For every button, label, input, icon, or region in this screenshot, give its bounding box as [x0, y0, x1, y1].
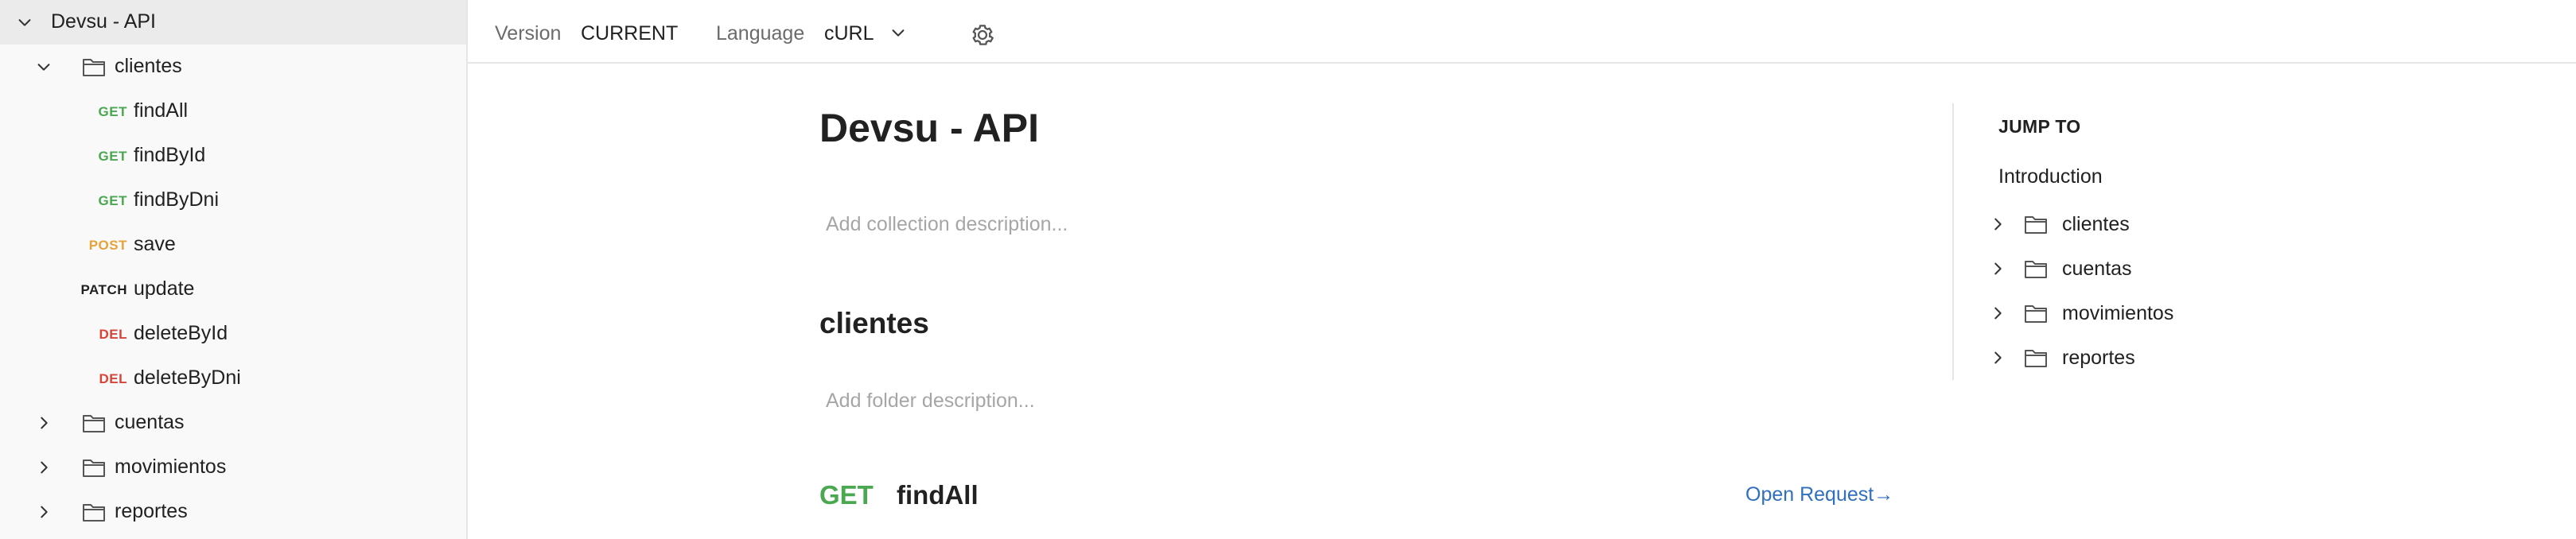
gear-icon[interactable]: [969, 21, 996, 48]
folder-icon: [2024, 347, 2048, 368]
collection-description-input[interactable]: Add collection description...: [826, 213, 1068, 236]
open-request-link[interactable]: Open Request→: [1745, 483, 1893, 506]
sidebar-request-deletebyid[interactable]: DEL deleteById: [0, 312, 466, 356]
chevron-right-icon[interactable]: [1989, 349, 2006, 366]
method-badge-del: DEL: [99, 371, 127, 386]
sidebar-folder-movimientos[interactable]: movimientos: [0, 445, 466, 490]
sidebar-folder-label: movimientos: [115, 456, 227, 478]
jump-to-introduction[interactable]: Introduction: [1998, 165, 2103, 188]
sidebar-request-label: findByDni: [134, 188, 219, 211]
collection-row[interactable]: Devsu - API: [0, 0, 466, 45]
method-badge-patch: PATCH: [80, 282, 127, 297]
chevron-right-icon[interactable]: [35, 503, 53, 521]
sidebar-folder-clientes[interactable]: clientes: [0, 45, 466, 89]
jump-to-folder-label: reportes: [2062, 347, 2135, 369]
jump-to-folder-label: movimientos: [2062, 302, 2174, 324]
version-label: Version: [495, 22, 562, 45]
folder-icon: [82, 56, 106, 77]
folder-icon: [82, 502, 106, 522]
page-title: Devsu - API: [819, 106, 1040, 150]
chevron-right-icon[interactable]: [35, 414, 53, 432]
chevron-down-icon[interactable]: [889, 24, 907, 41]
jump-to-folder-label: clientes: [2062, 213, 2130, 235]
method-badge-get: GET: [98, 149, 127, 164]
sidebar-request-save[interactable]: POST save: [0, 223, 466, 267]
request-method: GET: [819, 480, 874, 510]
folder-section-title: clientes: [819, 307, 929, 339]
jump-to-folder-reportes[interactable]: reportes: [1989, 342, 2307, 374]
sidebar-request-label: deleteById: [134, 322, 228, 344]
sidebar-folder-reportes[interactable]: reportes: [0, 490, 466, 534]
folder-icon: [82, 413, 106, 433]
sidebar-request-label: update: [134, 277, 195, 300]
folder-icon: [82, 457, 106, 478]
folder-description-input[interactable]: Add folder description...: [826, 390, 1035, 413]
sidebar-request-label: deleteByDni: [134, 366, 241, 389]
sidebar-request-findbyid[interactable]: GET findById: [0, 134, 466, 178]
jump-to-divider: [1952, 103, 1954, 380]
sidebar-request-label: findById: [134, 144, 206, 166]
sidebar-request-findbydni[interactable]: GET findByDni: [0, 178, 466, 223]
request-name: findAll: [897, 480, 979, 510]
chevron-right-icon[interactable]: [1989, 215, 2006, 233]
version-selector[interactable]: CURRENT: [581, 22, 678, 45]
sidebar-request-deletebydni[interactable]: DEL deleteByDni: [0, 356, 466, 401]
jump-to-folder-clientes[interactable]: clientes: [1989, 208, 2307, 240]
chevron-down-icon[interactable]: [16, 14, 33, 31]
method-badge-del: DEL: [99, 327, 127, 342]
chevron-right-icon[interactable]: [35, 459, 53, 476]
sidebar-folder-label: clientes: [115, 55, 182, 77]
method-badge-post: POST: [88, 238, 127, 253]
sidebar-request-update[interactable]: PATCH update: [0, 267, 466, 312]
sidebar-folder-label: cuentas: [115, 411, 185, 433]
method-badge-get: GET: [98, 104, 127, 119]
sidebar-request-label: save: [134, 233, 176, 255]
jump-to-folder-movimientos[interactable]: movimientos: [1989, 297, 2307, 329]
jump-to-heading: JUMP TO: [1998, 116, 2081, 137]
chevron-right-icon[interactable]: [1989, 304, 2006, 322]
jump-to-folder-label: cuentas: [2062, 258, 2132, 280]
language-label: Language: [716, 22, 805, 45]
folder-icon: [2024, 303, 2048, 324]
sidebar-folder-label: reportes: [115, 500, 188, 522]
sidebar-request-findall[interactable]: GET findAll: [0, 89, 466, 134]
sidebar: Devsu - API clientes GET findAll GET fin…: [0, 0, 468, 539]
folder-icon: [2024, 214, 2048, 235]
chevron-right-icon[interactable]: [1989, 260, 2006, 277]
sidebar-folder-cuentas[interactable]: cuentas: [0, 401, 466, 445]
chevron-down-icon[interactable]: [35, 58, 53, 76]
docs-toolbar: Version CURRENT Language cURL: [468, 0, 2576, 64]
sidebar-request-label: findAll: [134, 99, 189, 122]
folder-icon: [2024, 258, 2048, 279]
collection-name: Devsu - API: [51, 10, 156, 33]
method-badge-get: GET: [98, 193, 127, 208]
language-selector[interactable]: cURL: [824, 22, 874, 45]
jump-to-folder-cuentas[interactable]: cuentas: [1989, 253, 2307, 285]
